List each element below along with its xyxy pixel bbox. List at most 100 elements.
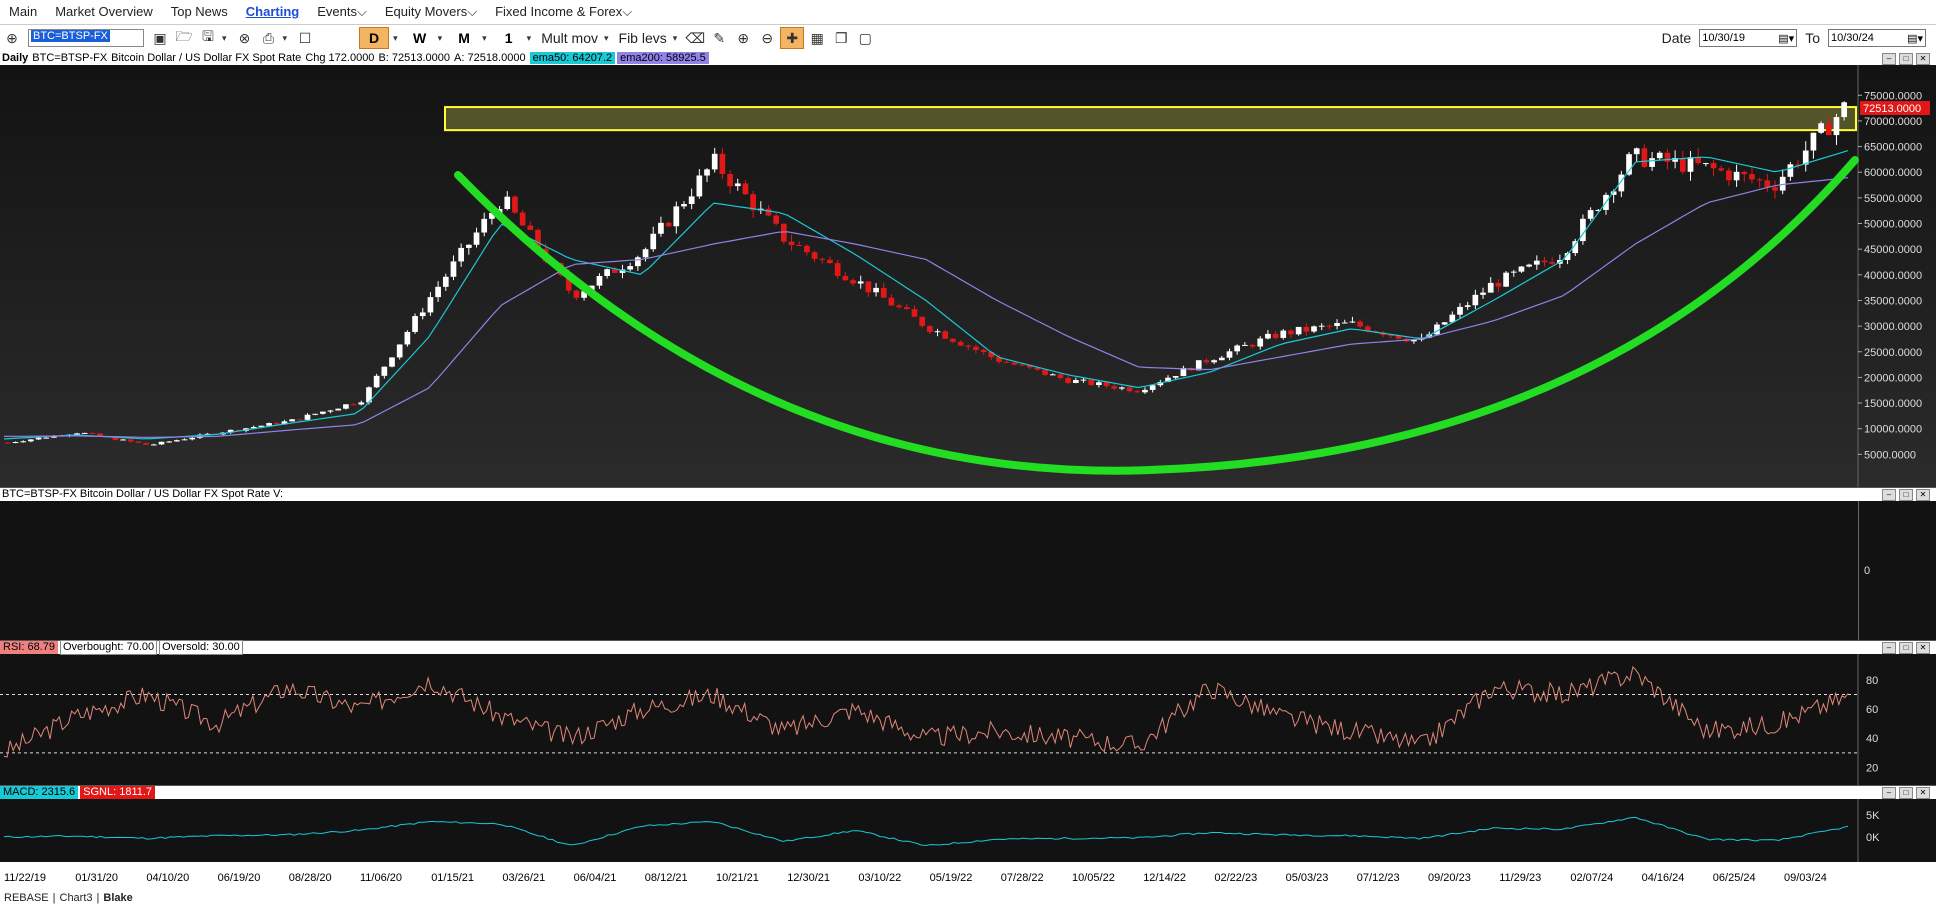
window-icon[interactable]: ☐ — [294, 28, 316, 48]
rsi-label: RSI: 68.79 — [0, 641, 58, 654]
date-to-value: 10/30/24 — [1831, 32, 1874, 44]
date-from-field[interactable]: 10/30/19 ▤▾ — [1699, 29, 1798, 47]
zoom-in-icon[interactable]: ⊕ — [732, 28, 754, 48]
oversold-label: Oversold: 30.00 — [159, 640, 243, 655]
close-circle-icon[interactable]: ⊗ — [234, 28, 256, 48]
menu-equity-movers[interactable]: Equity Movers⌵ — [376, 0, 486, 24]
menu-fixed-income-forex[interactable]: Fixed Income & Forex⌵ — [486, 0, 641, 24]
fib-levs-dropdown[interactable]: Fib levs — [619, 30, 667, 46]
open-folder-icon[interactable]: 🗁 — [173, 28, 195, 48]
symbol-input[interactable]: BTC=BTSP-FX — [28, 29, 144, 47]
volume-pane[interactable]: BTC=BTSP-FX Bitcoin Dollar / US Dollar F… — [0, 487, 1936, 640]
candle-body — [343, 404, 349, 409]
close-icon[interactable]: ✕ — [1916, 787, 1930, 799]
chevron-down-icon[interactable]: ▾ — [482, 33, 487, 44]
footer-tab-blake[interactable]: Blake — [103, 892, 132, 904]
close-icon[interactable]: ✕ — [1916, 53, 1930, 65]
candle-body — [1080, 379, 1087, 381]
minimize-icon[interactable]: – — [1882, 53, 1896, 65]
eraser-icon[interactable]: ⌫ — [684, 28, 706, 48]
menu-charting[interactable]: Charting — [237, 0, 308, 24]
period-multiplier-button[interactable]: 1 — [495, 28, 523, 48]
pane-controls: – □ ✕ — [1882, 787, 1930, 799]
candle-body — [834, 263, 841, 276]
candle-body — [1057, 374, 1064, 379]
menu-top-news[interactable]: Top News — [162, 0, 237, 24]
period-weekly-button[interactable]: W — [406, 28, 434, 48]
candle-body — [350, 404, 357, 406]
candle-body — [273, 423, 280, 425]
chevron-down-icon[interactable]: ▾ — [673, 33, 678, 44]
chevron-down-icon[interactable]: ▾ — [393, 33, 398, 44]
minimize-icon[interactable]: – — [1882, 787, 1896, 799]
period-monthly-button[interactable]: M — [450, 28, 478, 48]
chart-settings-icon[interactable]: ▣ — [149, 28, 171, 48]
candle-body — [1242, 344, 1248, 346]
menu-market-overview[interactable]: Market Overview — [46, 0, 162, 24]
candle-body — [174, 440, 180, 442]
candle-body — [788, 241, 795, 246]
date-to-field[interactable]: 10/30/24 ▤▾ — [1828, 29, 1926, 47]
maximize-icon[interactable]: □ — [1899, 642, 1913, 654]
volume-pane-header: BTC=BTSP-FX Bitcoin Dollar / US Dollar F… — [0, 488, 1936, 501]
close-icon[interactable]: ✕ — [1916, 642, 1930, 654]
add-icon[interactable]: ⊕ — [1, 28, 23, 48]
minimize-icon[interactable]: – — [1882, 642, 1896, 654]
candle-body — [1703, 163, 1709, 165]
candle-body — [527, 225, 534, 230]
crosshair-icon[interactable]: ✚ — [780, 27, 805, 49]
candle-body — [1549, 262, 1556, 264]
footer-tab-rebase[interactable]: REBASE — [4, 892, 49, 904]
calendar-icon[interactable]: ▤▾ — [1907, 32, 1923, 45]
menu-main[interactable]: Main — [0, 0, 46, 24]
rsi-line — [3, 665, 1849, 758]
macd-pane[interactable]: MACD: 2315.6 SGNL: 1811.7 – □ ✕ 5K 0K — [0, 785, 1936, 863]
candle-body — [688, 196, 695, 205]
candle-body — [642, 249, 649, 258]
grid-icon[interactable]: ▦ — [806, 28, 828, 48]
print-icon[interactable]: ⎙ — [258, 28, 280, 48]
footer-tab-chart3[interactable]: Chart3 — [60, 892, 93, 904]
maximize-icon[interactable]: □ — [1899, 489, 1913, 501]
calendar-icon[interactable]: ▤▾ — [1778, 32, 1794, 45]
candle-body — [880, 287, 887, 298]
candle-body — [427, 297, 434, 313]
candle-body — [1088, 379, 1095, 386]
y-tick-label: 40000.0000 — [1864, 270, 1922, 282]
candle-body — [1295, 326, 1302, 335]
candle-body — [927, 325, 933, 332]
copy-icon[interactable]: ❐ — [830, 28, 852, 48]
minimize-icon[interactable]: – — [1882, 489, 1896, 501]
maximize-icon[interactable]: □ — [1899, 53, 1913, 65]
y-tick-label: 45000.0000 — [1864, 244, 1922, 256]
ask-label: A: 72518.0000 — [454, 52, 526, 64]
date-from-value: 10/30/19 — [1702, 32, 1746, 44]
mult-mov-dropdown[interactable]: Mult mov — [541, 30, 598, 46]
candle-body — [635, 257, 641, 267]
menu-events[interactable]: Events⌵ — [308, 0, 376, 24]
macd-chart[interactable]: 5K 0K — [0, 799, 1936, 863]
chevron-down-icon[interactable]: ▾ — [527, 33, 532, 44]
frame-icon[interactable]: ▢ — [854, 28, 876, 48]
save-icon[interactable]: 🖫 — [197, 28, 219, 48]
candle-body — [296, 419, 303, 421]
chevron-down-icon[interactable]: ▾ — [283, 33, 288, 44]
maximize-icon[interactable]: □ — [1899, 787, 1913, 799]
candle-body — [980, 349, 987, 353]
pen-icon[interactable]: ✎ — [708, 28, 730, 48]
price-pane[interactable]: Daily BTC=BTSP-FX Bitcoin Dollar / US Do… — [0, 51, 1936, 487]
candle-body — [1334, 323, 1340, 326]
rsi-pane[interactable]: RSI: 68.79 Overbought: 70.00 Oversold: 3… — [0, 640, 1936, 786]
price-chart[interactable]: 75000.0000 70000.0000 65000.0000 60000.0000… — [0, 65, 1936, 487]
chevron-down-icon[interactable]: ▾ — [604, 33, 609, 44]
zoom-out-icon[interactable]: ⊖ — [756, 28, 778, 48]
candle-body — [1257, 338, 1264, 347]
close-icon[interactable]: ✕ — [1916, 489, 1930, 501]
chevron-down-icon[interactable]: ▾ — [438, 33, 443, 44]
period-daily-button[interactable]: D — [359, 27, 390, 49]
candle-body — [1772, 187, 1778, 191]
chevron-down-icon[interactable]: ▾ — [222, 33, 227, 44]
candle-body — [89, 432, 96, 434]
candle-body — [1518, 266, 1525, 272]
rsi-chart[interactable]: 80 60 40 20 — [0, 654, 1936, 786]
